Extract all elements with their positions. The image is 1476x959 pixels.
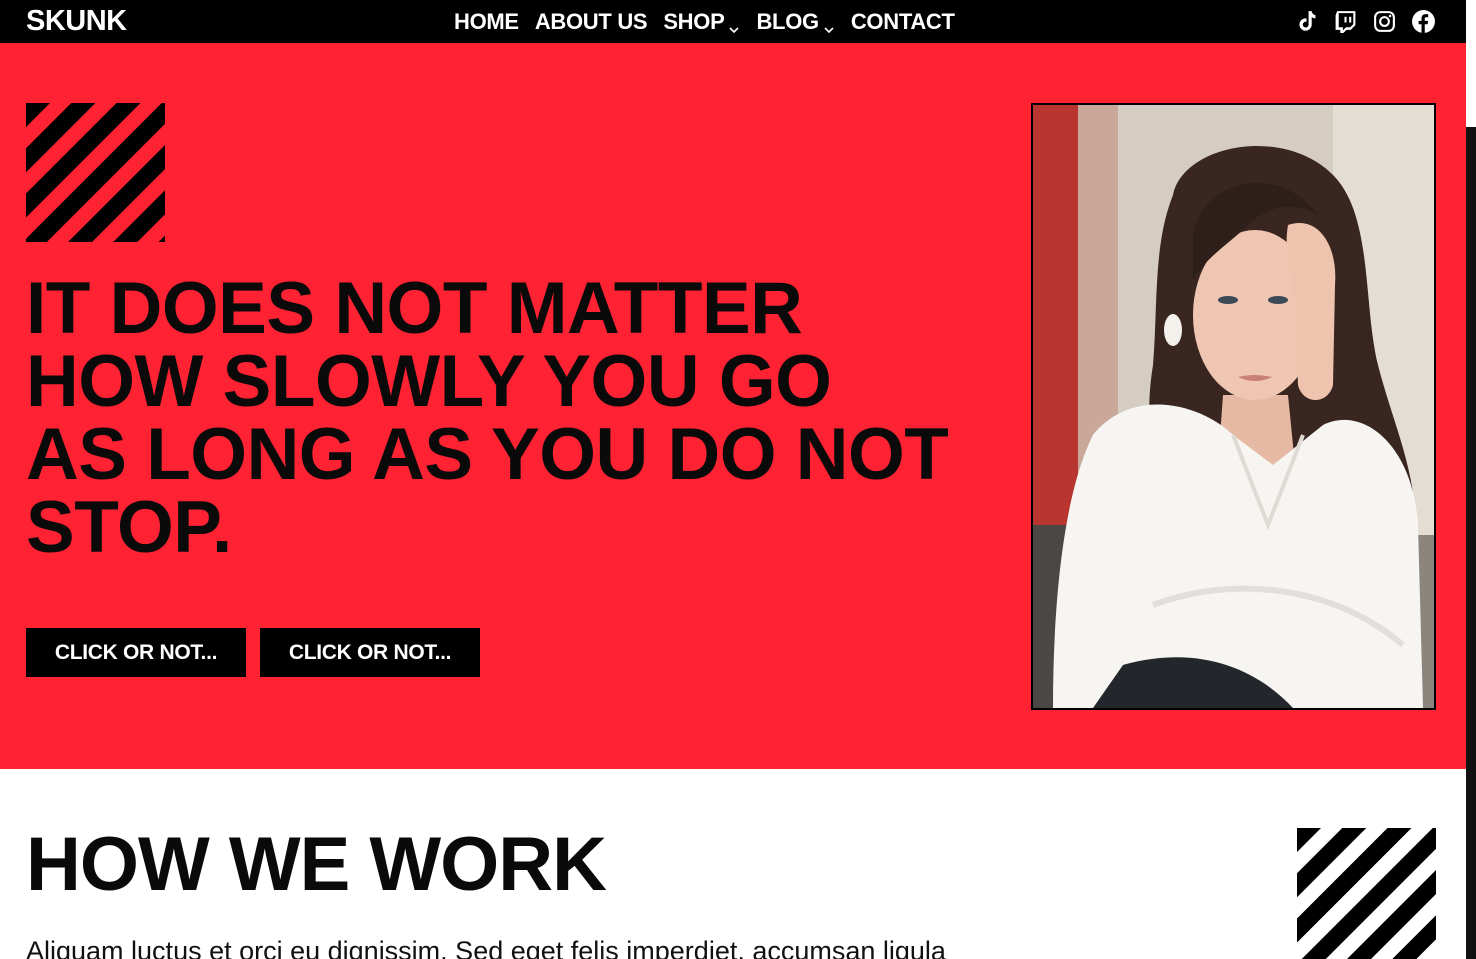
- main-nav: HOME ABOUT US SHOP BLOG CONTACT: [454, 0, 955, 43]
- nav-item-blog[interactable]: BLOG: [756, 9, 834, 35]
- facebook-icon[interactable]: [1411, 9, 1436, 34]
- hero-heading-line: HOW SLOWLY YOU GO: [26, 341, 832, 422]
- hero-heading-line: AS LONG AS YOU DO NOT: [26, 414, 949, 495]
- striped-decoration: [26, 103, 165, 242]
- nav-item-label: SHOP: [663, 8, 725, 34]
- nav-item-shop[interactable]: SHOP: [663, 9, 740, 35]
- scrollbar[interactable]: [1466, 127, 1476, 959]
- nav-item-label: BLOG: [756, 8, 819, 34]
- hero-heading-line: STOP.: [26, 487, 232, 568]
- section-body-text: Aliquam luctus et orci eu dignissim. Sed…: [26, 936, 946, 959]
- striped-decoration: [1297, 828, 1436, 959]
- social-links: [1294, 0, 1436, 43]
- hero-heading-line: IT DOES NOT MATTER: [26, 268, 803, 349]
- hero-heading: IT DOES NOT MATTER HOW SLOWLY YOU GO AS …: [26, 272, 986, 564]
- instagram-icon[interactable]: [1372, 9, 1397, 34]
- cta-button-primary[interactable]: CLICK OR NOT...: [26, 628, 246, 677]
- nav-item-label: ABOUT US: [534, 8, 648, 34]
- section-heading: HOW WE WORK: [26, 822, 607, 907]
- tiktok-icon[interactable]: [1294, 9, 1319, 34]
- top-navigation-bar: SKUNK HOME ABOUT US SHOP BLOG CONTACT: [0, 0, 1466, 43]
- nav-item-label: CONTACT: [850, 8, 955, 34]
- nav-item-about-us[interactable]: ABOUT US: [535, 9, 648, 35]
- nav-item-label: HOME: [454, 8, 519, 34]
- site-logo[interactable]: SKUNK: [26, 5, 127, 38]
- chevron-down-icon: [823, 16, 835, 33]
- hero-portrait-photo: [1031, 103, 1436, 710]
- nav-item-home[interactable]: HOME: [454, 9, 519, 35]
- chevron-down-icon: [728, 16, 740, 33]
- nav-item-contact[interactable]: CONTACT: [851, 9, 955, 35]
- cta-button-secondary[interactable]: CLICK OR NOT...: [260, 628, 480, 677]
- twitch-icon[interactable]: [1333, 9, 1358, 34]
